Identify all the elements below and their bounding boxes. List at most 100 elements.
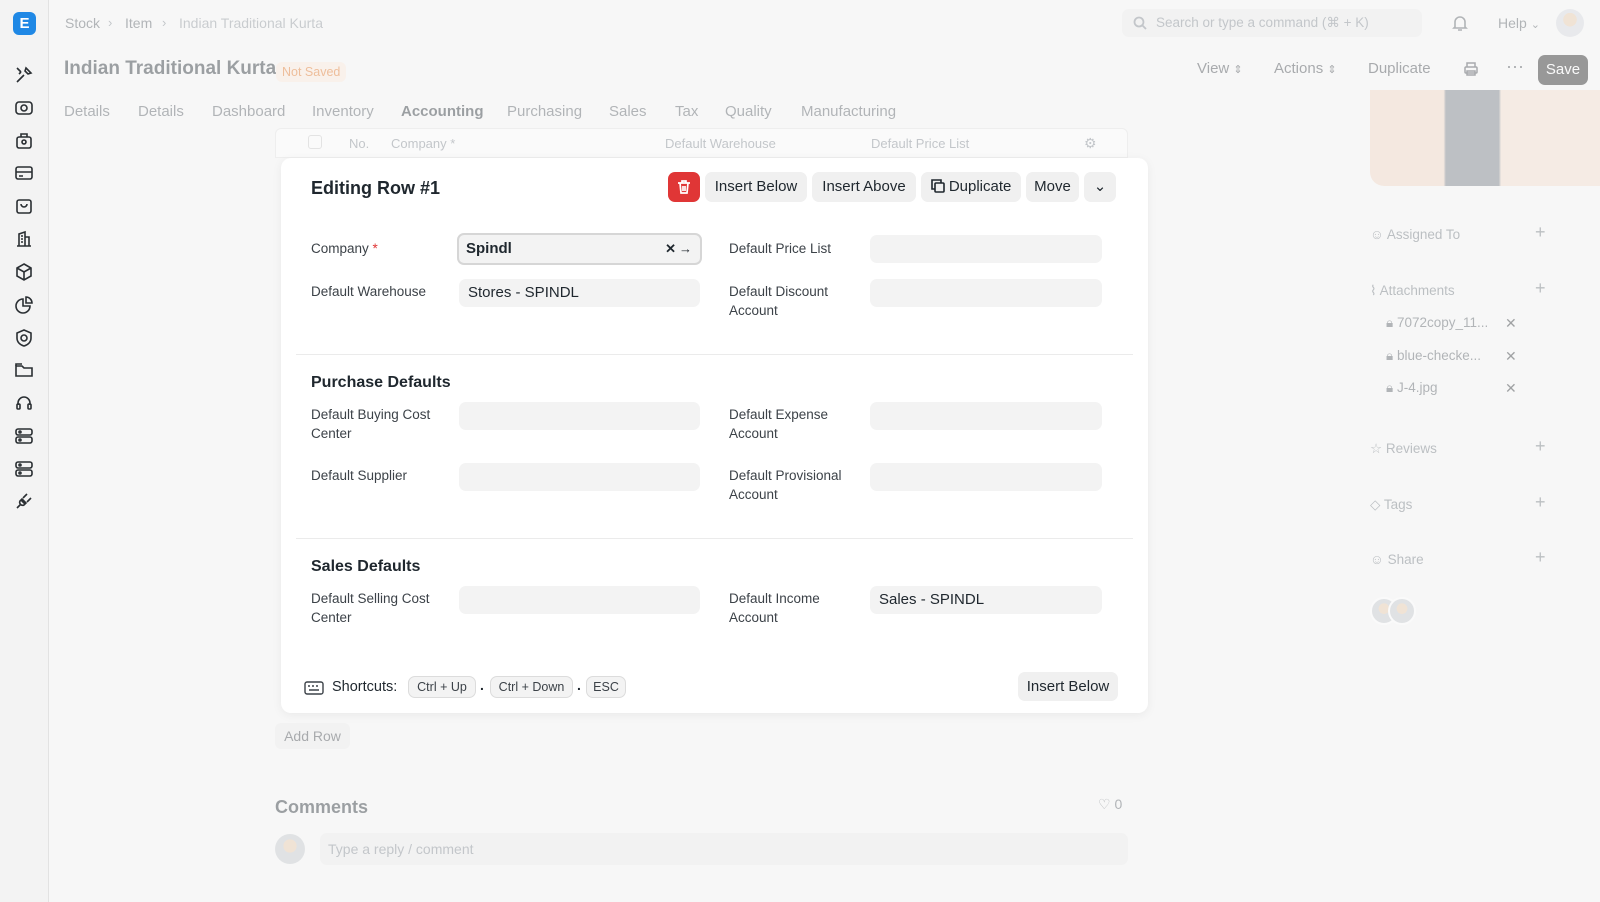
- notification-bell-icon[interactable]: [1451, 14, 1469, 32]
- collapse-dialog-button[interactable]: ⌄: [1084, 172, 1116, 202]
- remove-attachment-icon[interactable]: ✕: [1505, 348, 1517, 365]
- default-buying-cost-center-label: Default Buying Cost Center: [311, 407, 431, 441]
- default-provisional-account-label: Default Provisional Account: [729, 468, 842, 502]
- breadcrumb-current: Indian Traditional Kurta: [179, 15, 323, 31]
- shared-users: [1370, 597, 1418, 625]
- server-alt-icon[interactable]: [14, 459, 34, 479]
- company-field[interactable]: Spindl ✕ →: [457, 233, 702, 265]
- insert-above-button[interactable]: Insert Above: [812, 172, 916, 202]
- paperclip-icon: ⌇: [1370, 283, 1377, 298]
- view-button[interactable]: View ⇕: [1197, 60, 1243, 77]
- add-assignee-icon[interactable]: +: [1535, 222, 1546, 243]
- attachment-name: blue-checke...: [1396, 348, 1481, 363]
- insert-below-footer-button[interactable]: Insert Below: [1018, 672, 1118, 701]
- search-icon: [1133, 16, 1147, 30]
- default-buying-cost-center-field[interactable]: [459, 402, 700, 430]
- editing-row-dialog: Editing Row #1 Insert Below Insert Above…: [281, 158, 1148, 713]
- tab-tax[interactable]: Tax: [675, 103, 698, 120]
- lock-icon: 🔒︎: [1386, 315, 1394, 330]
- headset-icon[interactable]: [14, 393, 34, 413]
- help-menu[interactable]: Help ⌄: [1498, 15, 1540, 31]
- attachment-item[interactable]: 🔒︎ blue-checke...: [1386, 348, 1481, 364]
- tab-manufacturing[interactable]: Manufacturing: [801, 103, 896, 120]
- select-all-checkbox[interactable]: [308, 135, 322, 149]
- tab-sales[interactable]: Sales: [609, 103, 647, 120]
- default-provisional-account-field[interactable]: [870, 463, 1102, 491]
- delete-row-button[interactable]: [668, 172, 700, 202]
- folder-icon[interactable]: [14, 360, 34, 380]
- default-price-list-field[interactable]: [870, 235, 1102, 263]
- user-avatar[interactable]: [1556, 9, 1584, 37]
- breadcrumb-separator: ›: [162, 15, 167, 30]
- comment-input[interactable]: Type a reply / comment: [320, 833, 1128, 865]
- clear-icon[interactable]: ✕: [665, 235, 676, 263]
- default-income-account-field[interactable]: Sales - SPINDL: [870, 586, 1102, 614]
- tab-accounting[interactable]: Accounting: [401, 103, 484, 120]
- copy-icon: [930, 179, 945, 193]
- tab-inventory[interactable]: Inventory: [312, 103, 374, 120]
- add-review-icon[interactable]: +: [1535, 436, 1546, 457]
- shield-icon[interactable]: [14, 328, 34, 348]
- attachment-item[interactable]: 🔒︎ 7072copy_11...: [1386, 315, 1488, 331]
- default-selling-cost-center-label: Default Selling Cost Center: [311, 591, 430, 625]
- plug-icon[interactable]: [14, 491, 34, 511]
- insert-below-button[interactable]: Insert Below: [705, 172, 807, 202]
- bag-icon[interactable]: [14, 196, 34, 216]
- default-warehouse-field[interactable]: Stores - SPINDL: [459, 279, 700, 307]
- lock-icon: 🔒︎: [1386, 380, 1394, 395]
- search-input[interactable]: Search or type a command (⌘ + K): [1122, 9, 1422, 37]
- sort-icon: ⇕: [1327, 64, 1337, 76]
- eye-box-icon[interactable]: [14, 98, 34, 118]
- pie-chart-icon[interactable]: [14, 295, 34, 315]
- duplicate-row-button[interactable]: Duplicate: [921, 172, 1021, 202]
- settings-gear-icon[interactable]: ⚙: [1084, 135, 1097, 152]
- link-arrow-icon[interactable]: →: [679, 235, 692, 263]
- default-selling-cost-center-field[interactable]: [459, 586, 700, 614]
- app-logo[interactable]: E: [13, 12, 36, 35]
- tab-purchasing[interactable]: Purchasing: [507, 103, 582, 120]
- move-row-button[interactable]: Move: [1026, 172, 1079, 202]
- default-supplier-field[interactable]: [459, 463, 700, 491]
- actions-button[interactable]: Actions ⇕: [1274, 60, 1337, 77]
- shortcut-key: Ctrl + Up: [408, 676, 476, 698]
- add-tag-icon[interactable]: +: [1535, 492, 1546, 513]
- tab-details-2[interactable]: Details: [138, 103, 184, 120]
- company-label-text: Company: [311, 241, 369, 256]
- avatar[interactable]: [1388, 597, 1416, 625]
- tab-dashboard[interactable]: Dashboard: [212, 103, 285, 120]
- default-discount-account-field[interactable]: [870, 279, 1102, 307]
- briefcase-icon[interactable]: [14, 131, 34, 151]
- attachment-item[interactable]: 🔒︎ J-4.jpg: [1386, 380, 1437, 396]
- tab-details[interactable]: Details: [64, 103, 110, 120]
- status-badge: Not Saved: [276, 62, 347, 82]
- default-income-account-label: Default Income Account: [729, 591, 820, 625]
- view-label: View: [1197, 60, 1230, 77]
- share-text: Share: [1387, 552, 1424, 567]
- app-sidebar: E: [0, 0, 49, 902]
- attachments-text: Attachments: [1379, 283, 1455, 298]
- more-options-icon[interactable]: ···: [1506, 56, 1524, 77]
- like-button[interactable]: ♡ 0: [1098, 796, 1122, 813]
- server-icon[interactable]: [14, 426, 34, 446]
- attachments-label: ⌇ Attachments: [1370, 283, 1455, 299]
- default-expense-account-field[interactable]: [870, 402, 1102, 430]
- remove-attachment-icon[interactable]: ✕: [1505, 315, 1517, 332]
- add-row-button[interactable]: Add Row: [275, 723, 350, 749]
- print-icon[interactable]: [1463, 61, 1479, 77]
- duplicate-button[interactable]: Duplicate: [1368, 60, 1431, 77]
- tools-icon[interactable]: [14, 65, 34, 85]
- cube-icon[interactable]: [14, 262, 34, 282]
- item-image: [1370, 90, 1600, 186]
- add-attachment-icon[interactable]: +: [1535, 278, 1546, 299]
- breadcrumb-item[interactable]: Item: [125, 15, 152, 31]
- card-icon[interactable]: [14, 163, 34, 183]
- breadcrumb-stock[interactable]: Stock: [65, 15, 100, 31]
- share-icon: ☺: [1370, 552, 1384, 567]
- building-icon[interactable]: [14, 229, 34, 249]
- add-share-icon[interactable]: +: [1535, 547, 1546, 568]
- remove-attachment-icon[interactable]: ✕: [1505, 380, 1517, 397]
- save-button[interactable]: Save: [1538, 55, 1588, 85]
- column-default-warehouse: Default Warehouse: [665, 136, 776, 151]
- tab-quality[interactable]: Quality: [725, 103, 772, 120]
- default-supplier-label: Default Supplier: [311, 468, 408, 483]
